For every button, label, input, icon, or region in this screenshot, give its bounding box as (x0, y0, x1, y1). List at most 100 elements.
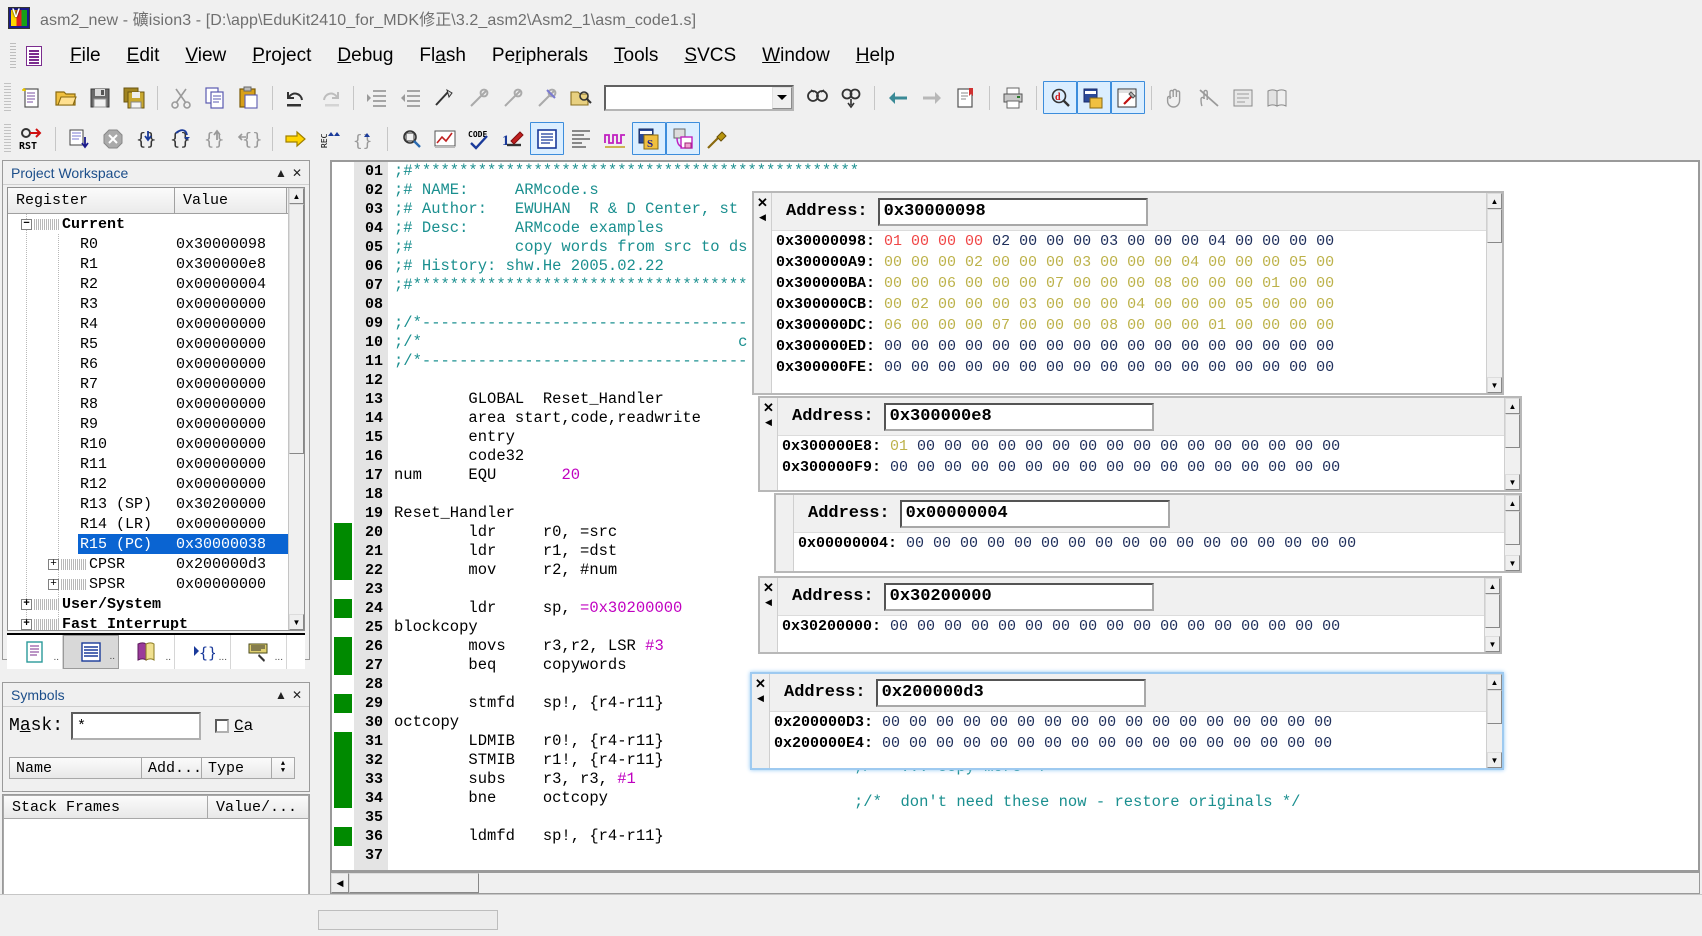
collapse-icon[interactable]: ▲ (273, 165, 289, 181)
menu-peripherals[interactable]: Peripherals (480, 43, 600, 69)
memory-scrollbar[interactable]: ▲ ▼ (1486, 193, 1502, 393)
memory-dump-rows[interactable]: 0x300000E8: 01 00 00 00 00 00 00 00 00 0… (778, 436, 1504, 490)
scroll-down-icon[interactable]: ▼ (1505, 555, 1520, 571)
address-input[interactable] (900, 500, 1170, 528)
spinner-down-icon[interactable]: ▼ (281, 768, 285, 775)
register-tree[interactable]: Register Value − Current R0 0x30000098 R… (7, 187, 305, 631)
scroll-left-icon[interactable]: ◀ (331, 873, 349, 893)
menu-project[interactable]: Project (240, 43, 323, 69)
close-icon[interactable]: ✕ (289, 687, 305, 703)
memory-window-2[interactable]: ✕ ◀ Address: 0x300000E8: 01 00 00 00 00 … (758, 396, 1522, 492)
memory-window-tabstrip[interactable]: ✕ ◀ (760, 398, 778, 490)
memory-dump-rows[interactable]: 0x30000098: 01 00 00 00 02 00 00 00 03 0… (772, 231, 1486, 393)
save-icon[interactable] (83, 81, 117, 114)
address-input[interactable] (884, 583, 1154, 611)
close-icon[interactable]: ✕ (757, 196, 768, 209)
sidebar-item-books[interactable]: .. (119, 635, 175, 669)
menu-file[interactable]: FFileile (58, 43, 113, 69)
prev-bookmark-icon[interactable] (496, 81, 530, 114)
register-row-r10[interactable]: R10 0x00000000 (8, 434, 304, 454)
indent-icon[interactable] (360, 81, 394, 114)
register-row-r2[interactable]: R2 0x00000004 (8, 274, 304, 294)
find-icon[interactable] (800, 81, 834, 114)
run-to-cursor-icon[interactable]: {} (232, 122, 266, 155)
register-row-cpsr[interactable]: + CPSR 0x200000d3 (8, 554, 304, 574)
register-group-user-system[interactable]: + User/System (8, 594, 304, 614)
breakpoint-marker[interactable] (334, 542, 352, 561)
breakpoint-marker[interactable] (334, 523, 352, 542)
no-insert-icon[interactable] (1192, 81, 1226, 114)
scroll-thumb[interactable] (349, 873, 479, 893)
trace-icon[interactable]: 1 (496, 122, 530, 155)
scroll-up-icon[interactable]: ▲ (289, 188, 304, 204)
goto-definition-icon[interactable] (949, 81, 983, 114)
show-next-statement-icon[interactable] (279, 122, 313, 155)
scroll-thumb[interactable] (1487, 690, 1502, 724)
build-target-icon[interactable] (1111, 81, 1145, 114)
register-row-r0[interactable]: R0 0x30000098 (8, 234, 304, 254)
expand-toggle-icon[interactable]: + (48, 579, 59, 590)
expand-toggle-icon[interactable]: + (21, 619, 32, 630)
mask-input[interactable] (71, 712, 201, 740)
memory-scrollbar[interactable]: ▲ ▼ (1504, 495, 1520, 571)
scroll-up-icon[interactable]: ▲ (1485, 578, 1500, 594)
cut-icon[interactable] (164, 81, 198, 114)
scroll-up-icon[interactable]: ▲ (1487, 674, 1502, 690)
memory-window-3[interactable]: Address: 0x00000004: 00 00 00 00 00 00 0… (774, 493, 1522, 573)
book-icon[interactable] (1260, 81, 1294, 114)
menu-view[interactable]: View (173, 43, 238, 69)
register-row-r9[interactable]: R9 0x00000000 (8, 414, 304, 434)
scroll-up-icon[interactable]: ▲ (1487, 193, 1502, 209)
close-icon[interactable]: ✕ (763, 401, 774, 414)
breakpoint-marker[interactable] (334, 561, 352, 580)
memory-row[interactable]: 0x200000D3: 00 00 00 00 00 00 00 00 00 0… (774, 712, 1486, 733)
serial-window-icon[interactable] (666, 122, 700, 155)
memory-row[interactable]: 0x300000BA: 00 00 06 00 00 00 07 00 00 0… (776, 273, 1486, 294)
register-tree-scrollbar[interactable]: ▲ ▼ (288, 188, 304, 630)
memory-window-1[interactable]: ✕ ◀ Address: 0x30000098: 01 00 00 00 02 … (752, 191, 1504, 395)
menu-debug[interactable]: Debug (325, 43, 405, 69)
register-group-current[interactable]: − Current (8, 214, 304, 234)
sidebar-item-registers[interactable]: .. (63, 635, 119, 669)
toggle-bookmark-icon[interactable] (428, 81, 462, 114)
save-all-icon[interactable] (117, 81, 151, 114)
menubar-grip[interactable] (10, 43, 16, 69)
memory-row[interactable]: 0x300000CB: 00 02 00 00 00 03 00 00 00 0… (776, 294, 1486, 315)
find-in-files-icon[interactable] (564, 81, 598, 114)
memory-row[interactable]: 0x30000098: 01 00 00 00 02 00 00 00 03 0… (776, 231, 1486, 252)
command-window-icon[interactable]: REC (313, 122, 347, 155)
memory-window-tabstrip[interactable]: ✕ ◀ (760, 578, 778, 652)
new-file-icon[interactable] (15, 81, 49, 114)
chevron-left-icon[interactable]: ◀ (757, 693, 764, 704)
memory-dump-rows[interactable]: 0x00000004: 00 00 00 00 00 00 00 00 00 0… (794, 533, 1504, 571)
register-row-r4[interactable]: R4 0x00000000 (8, 314, 304, 334)
paste-icon[interactable] (232, 81, 266, 114)
memory-dump-rows[interactable]: 0x30200000: 00 00 00 00 00 00 00 00 00 0… (778, 616, 1484, 652)
memory-row[interactable]: 0x300000F9: 00 00 00 00 00 00 00 00 00 0… (782, 457, 1504, 478)
find-combo[interactable] (604, 85, 794, 111)
copy-icon[interactable] (198, 81, 232, 114)
scroll-thumb[interactable] (1505, 511, 1520, 545)
memory-row[interactable]: 0x200000E4: 00 00 00 00 00 00 00 00 00 0… (774, 733, 1486, 754)
memory-scrollbar[interactable]: ▲ ▼ (1504, 398, 1520, 490)
address-input[interactable] (876, 679, 1146, 707)
breakpoint-marker[interactable] (334, 751, 352, 770)
debug-session-icon[interactable]: d (1043, 81, 1077, 114)
breakpoint-marker[interactable] (334, 656, 352, 675)
memory-row[interactable]: 0x300000E8: 01 00 00 00 00 00 00 00 00 0… (782, 436, 1504, 457)
menu-help[interactable]: Help (844, 43, 907, 69)
scroll-thumb[interactable] (1485, 594, 1500, 628)
menu-edit[interactable]: Edit (115, 43, 172, 69)
scroll-down-icon[interactable]: ▼ (1487, 377, 1502, 393)
breakpoint-marker[interactable] (334, 599, 352, 618)
breakpoint-marker[interactable] (334, 732, 352, 751)
memory-window-icon[interactable]: S (632, 122, 666, 155)
collapse-icon[interactable]: ▲ (273, 687, 289, 703)
register-row-spsr[interactable]: + SPSR 0x00000000 (8, 574, 304, 594)
scroll-thumb[interactable] (289, 204, 304, 454)
menu-flash[interactable]: Flash (407, 43, 477, 69)
undo-icon[interactable] (279, 81, 313, 114)
performance-analyzer-icon[interactable] (428, 122, 462, 155)
outdent-icon[interactable] (394, 81, 428, 114)
memory-window-tabstrip[interactable] (776, 495, 794, 571)
